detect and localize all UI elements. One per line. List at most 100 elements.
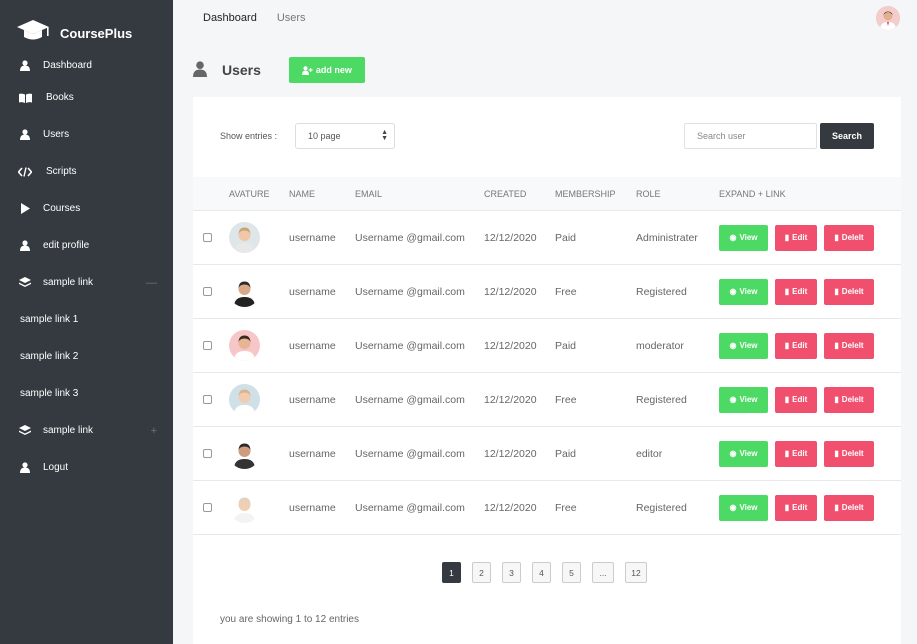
page-size-select[interactable]: 10 page ▲ ▼ (295, 123, 395, 149)
sidebar-item-label: sample link 2 (20, 351, 79, 362)
row-checkbox[interactable] (203, 287, 212, 296)
sidebar: CoursePlus Dashboard Books Users Scripts… (0, 0, 173, 644)
sidebar-subitem-2[interactable]: sample link 2 (0, 338, 173, 375)
row-checkbox[interactable] (203, 233, 212, 242)
page-button[interactable]: 5 (562, 562, 581, 583)
cell-email: Username @gmail.com (355, 339, 465, 352)
edit-button[interactable]: ▮ Edit (775, 494, 817, 521)
user-icon (18, 59, 32, 73)
trash-icon: ▮ (784, 233, 790, 242)
row-checkbox[interactable] (203, 449, 212, 458)
topbar-link-users[interactable]: Users (277, 12, 306, 24)
view-button[interactable]: ◉ View (719, 278, 768, 305)
cell-email: Username @gmail.com (355, 285, 465, 298)
add-new-button[interactable]: add new (288, 57, 365, 83)
cell-name: username (289, 501, 336, 514)
layers-icon (18, 276, 32, 290)
view-button[interactable]: ◉ View (719, 440, 768, 467)
brand-name: CoursePlus (60, 25, 133, 41)
cell-role: moderator (636, 339, 684, 352)
sidebar-item-label: Users (43, 129, 70, 140)
row-checkbox[interactable] (203, 503, 212, 512)
sidebar-item-dashboard[interactable]: Dashboard (0, 52, 173, 79)
cell-membership: Paid (555, 339, 577, 352)
cell-created: 12/12/2020 (484, 285, 537, 298)
view-button[interactable]: ◉ View (719, 494, 768, 521)
search-input[interactable] (684, 123, 817, 149)
edit-label: Edit (792, 341, 808, 350)
avatar (229, 330, 260, 361)
row-checkbox-cell (203, 481, 212, 534)
sidebar-nav: Dashboard Books Users Scripts Courses ed… (0, 52, 173, 486)
edit-button[interactable]: ▮ Edit (775, 332, 817, 359)
edit-button[interactable]: ▮ Edit (775, 224, 817, 251)
sidebar-item-label: Courses (43, 203, 81, 214)
sidebar-item-label: edit profile (43, 240, 90, 251)
edit-button[interactable]: ▮ Edit (775, 278, 817, 305)
sidebar-item-label: sample link (43, 277, 94, 288)
add-user-icon (301, 65, 313, 75)
delete-button[interactable]: ▮ Delelt (824, 494, 874, 521)
cell-email: Username @gmail.com (355, 393, 465, 406)
table-row: username Username @gmail.com 12/12/2020 Fre… (193, 481, 901, 535)
avatar (229, 438, 260, 469)
row-checkbox-cell (203, 427, 212, 480)
cell-created: 12/12/2020 (484, 501, 537, 514)
sidebar-item-books[interactable]: Books (0, 79, 173, 116)
brand[interactable]: CoursePlus (0, 0, 173, 60)
edit-button[interactable]: ▮ Edit (775, 440, 817, 467)
page-header: Users add new (193, 57, 365, 83)
sidebar-item-label: sample link 1 (20, 314, 79, 325)
header-actions: EXPAND + LINK (719, 188, 786, 199)
topbar-link-dashboard[interactable]: Dashboard (203, 12, 257, 24)
search-button[interactable]: Search (820, 123, 874, 149)
pagination: 1 2 3 4 5... 12 (442, 562, 658, 583)
sidebar-item-sample-link-expanded[interactable]: sample link — (0, 264, 173, 301)
show-entries-label: Show entries : (220, 131, 278, 141)
cell-role: Registered (636, 501, 687, 514)
view-button[interactable]: ◉ View (719, 386, 768, 413)
sidebar-item-courses[interactable]: Courses (0, 190, 173, 227)
select-arrows-icon: ▲ ▼ (381, 129, 388, 142)
collapse-toggle[interactable]: — (146, 277, 157, 289)
trash-icon: ▮ (784, 287, 790, 296)
page-button[interactable]: 4 (532, 562, 551, 583)
actions-cell: ◉ View ▮ Edit ▮ Delelt (719, 265, 874, 318)
sidebar-subitem-1[interactable]: sample link 1 (0, 301, 173, 338)
edit-button[interactable]: ▮ Edit (775, 386, 817, 413)
page-button[interactable]: ... (592, 562, 614, 583)
trash-icon: ▮ (834, 449, 839, 458)
row-checkbox-cell (203, 265, 212, 318)
delete-button[interactable]: ▮ Delelt (824, 278, 874, 305)
sidebar-item-sample-link-collapsed[interactable]: sample link + (0, 412, 173, 449)
book-icon (18, 91, 32, 105)
sidebar-subitem-3[interactable]: sample link 3 (0, 375, 173, 412)
cell-membership: Free (555, 501, 577, 514)
cell-created: 12/12/2020 (484, 339, 537, 352)
cell-membership: Paid (555, 231, 577, 244)
expand-toggle[interactable]: + (151, 425, 157, 437)
sidebar-item-users[interactable]: Users (0, 116, 173, 153)
page-button[interactable]: 3 (502, 562, 521, 583)
delete-button[interactable]: ▮ Delelt (824, 332, 874, 359)
view-button[interactable]: ◉ View (719, 224, 768, 251)
avatar (229, 276, 260, 307)
sidebar-item-label: Books (46, 92, 74, 103)
row-checkbox[interactable] (203, 395, 212, 404)
sidebar-item-edit-profile[interactable]: edit profile (0, 227, 173, 264)
eye-icon: ◉ (729, 395, 737, 404)
user-avatar[interactable] (876, 6, 900, 30)
row-checkbox[interactable] (203, 341, 212, 350)
page-button[interactable]: 1 (442, 562, 461, 583)
sidebar-item-scripts[interactable]: Scripts (0, 153, 173, 190)
sidebar-item-logout[interactable]: Logut (0, 449, 173, 486)
delete-button[interactable]: ▮ Delelt (824, 386, 874, 413)
eye-icon: ◉ (729, 503, 737, 512)
page-button[interactable]: 2 (472, 562, 491, 583)
delete-button[interactable]: ▮ Delelt (824, 440, 874, 467)
delete-button[interactable]: ▮ Delelt (824, 224, 874, 251)
page-button[interactable]: 12 (625, 562, 647, 583)
view-button[interactable]: ◉ View (719, 332, 768, 359)
header-email: EMAIL (355, 188, 383, 199)
sidebar-item-label: Logut (43, 462, 69, 473)
